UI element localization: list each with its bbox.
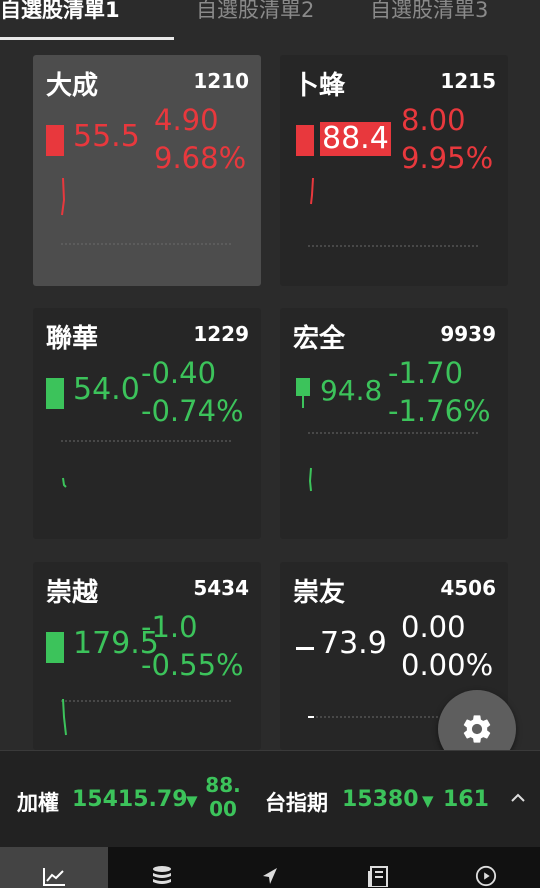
futures-change: 161	[443, 787, 489, 812]
price-bar	[46, 632, 64, 663]
stock-code: 1210	[193, 69, 249, 93]
news-icon	[368, 866, 388, 887]
nav-news[interactable]	[324, 847, 432, 888]
stock-change: -1.0 -0.55%	[141, 608, 244, 684]
intraday-sparkline	[61, 440, 233, 488]
intraday-sparkline	[61, 177, 233, 245]
change-value: 4.90	[154, 103, 219, 137]
stock-code: 9939	[440, 322, 496, 346]
taiex-label: 加權	[17, 791, 59, 815]
stock-change: 4.90 9.68%	[154, 101, 246, 177]
stock-card-9939[interactable]: 宏全 9939 94.8 -1.70 -1.76%	[280, 308, 508, 539]
change-value: -1.0	[141, 610, 198, 644]
change-value: -1.70	[388, 356, 464, 390]
play-circle-icon	[475, 865, 497, 887]
stock-price: 88.4	[320, 121, 391, 156]
stock-name: 崇越	[46, 578, 99, 608]
stock-price: 55.5	[73, 119, 140, 154]
tab-watchlist-2[interactable]: 自選股清單2	[196, 0, 314, 24]
intraday-sparkline	[308, 177, 480, 247]
price-bar	[46, 378, 64, 409]
stock-code: 4506	[440, 576, 496, 600]
stock-card-1210[interactable]: 大成 1210 55.5 4.90 9.68%	[33, 55, 261, 286]
active-tab-indicator	[0, 37, 174, 40]
flat-indicator	[296, 647, 314, 650]
price-bar	[296, 125, 314, 156]
line-chart-icon	[43, 868, 65, 886]
intraday-sparkline	[61, 698, 233, 736]
futures-value: 15380	[342, 787, 419, 812]
stock-change: -1.70 -1.76%	[388, 354, 491, 430]
navigation-arrow-icon	[263, 868, 277, 884]
stock-name: 大成	[46, 71, 99, 101]
stock-change: 8.00 9.95%	[401, 101, 493, 177]
intraday-sparkline	[308, 432, 480, 492]
down-triangle-icon: ▼	[422, 792, 434, 810]
stock-change: -0.40 -0.74%	[141, 354, 244, 430]
stock-code: 1215	[440, 69, 496, 93]
nav-assets[interactable]	[108, 847, 216, 888]
nav-media[interactable]	[432, 847, 540, 888]
change-value: 0.00	[401, 610, 466, 644]
stock-card-1215[interactable]: 卜蜂 1215 88.4 8.00 9.95%	[280, 55, 508, 286]
stock-name: 聯華	[46, 324, 99, 354]
database-icon	[153, 866, 171, 884]
taiex-change: 88. 00	[205, 773, 241, 821]
stock-name: 卜蜂	[293, 71, 346, 101]
tab-watchlist-3[interactable]: 自選股清單3	[370, 0, 488, 24]
stock-name: 宏全	[293, 324, 346, 354]
gear-icon	[463, 715, 491, 743]
stock-card-1229[interactable]: 聯華 1229 54.0 -0.40 -0.74%	[33, 308, 261, 539]
change-value: -0.40	[141, 356, 217, 390]
watchlist-tabs: 自選股清單1 自選股清單2 自選股清單3	[0, 0, 540, 40]
stock-code: 5434	[193, 576, 249, 600]
down-triangle-icon: ▼	[186, 792, 198, 810]
stock-price: 54.0	[73, 372, 140, 407]
stock-code: 1229	[193, 322, 249, 346]
taiex-change-bottom: 00	[209, 797, 237, 821]
stock-change: 0.00 0.00%	[401, 608, 493, 684]
taiex-value: 15415.79	[72, 787, 188, 812]
index-ticker-bar[interactable]: 加權 15415.79 ▼ 88. 00 台指期 15380 ▼ 161	[0, 750, 540, 847]
chevron-up-icon[interactable]	[508, 791, 528, 805]
stock-card-5434[interactable]: 崇越 5434 179.5 -1.0 -0.55%	[33, 562, 261, 750]
futures-label: 台指期	[265, 791, 328, 815]
stock-price: 73.9	[320, 626, 387, 661]
tab-watchlist-1[interactable]: 自選股清單1	[0, 0, 120, 24]
stock-price: 94.8	[320, 374, 383, 407]
bottom-navigation	[0, 847, 540, 888]
price-bar	[46, 125, 64, 156]
stock-name: 崇友	[293, 578, 346, 608]
change-value: 8.00	[401, 103, 466, 137]
taiex-change-top: 88.	[205, 773, 241, 797]
candle-wick	[302, 394, 304, 408]
nav-navigate[interactable]	[216, 847, 324, 888]
nav-market[interactable]	[0, 847, 108, 888]
